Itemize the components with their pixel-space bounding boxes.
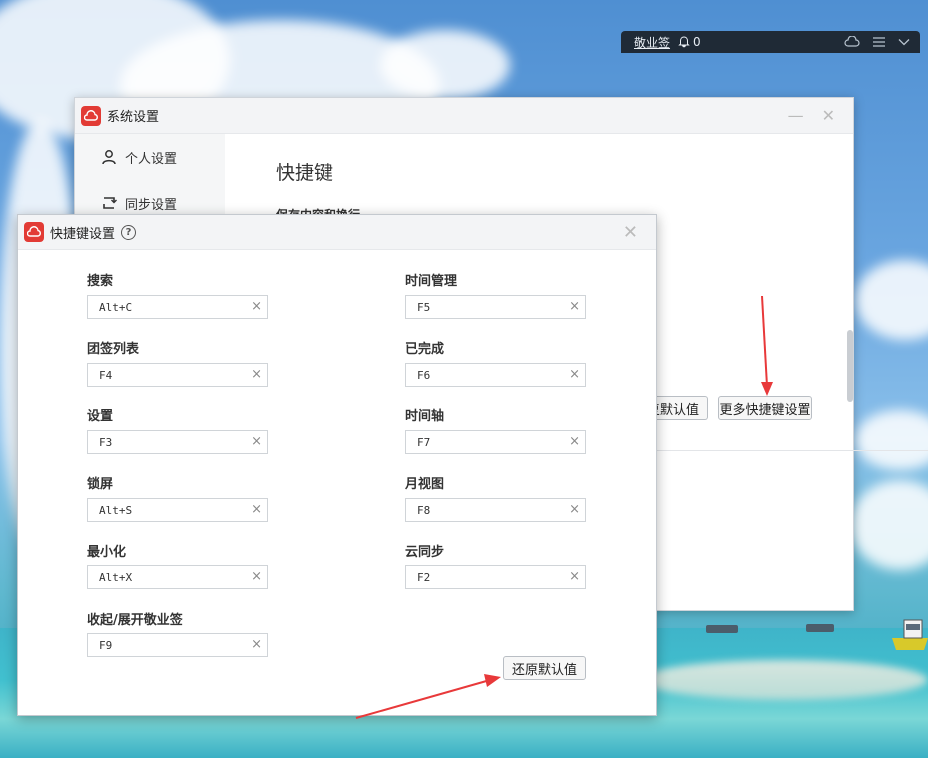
widget-controls	[844, 36, 910, 48]
bell-icon	[678, 36, 690, 48]
app-logo-icon	[24, 222, 44, 242]
app-logo-icon	[81, 105, 101, 126]
shortcut-input-minimize[interactable]: Alt+X ×	[87, 565, 268, 589]
scrollbar[interactable]	[847, 330, 853, 402]
more-shortcuts-button[interactable]: 更多快捷键设置	[718, 396, 812, 420]
shortcut-label-month-view: 月视图	[405, 477, 445, 492]
shortcut-label-cloud-sync: 云同步	[405, 545, 445, 560]
clear-icon[interactable]: ×	[251, 299, 262, 314]
system-settings-titlebar[interactable]: 系统设置 — ✕	[75, 98, 853, 134]
cloud-icon[interactable]	[844, 36, 860, 48]
shortcut-label-search: 搜索	[87, 274, 114, 289]
shortcut-input-cloud-sync[interactable]: F2 ×	[405, 565, 586, 589]
clear-icon[interactable]: ×	[569, 299, 580, 314]
clear-icon[interactable]: ×	[569, 434, 580, 449]
cloud	[850, 480, 928, 570]
shortcut-input-month-view[interactable]: F8 ×	[405, 498, 586, 522]
widget-app-name[interactable]: 敬业签	[634, 34, 670, 51]
shortcut-input-settings[interactable]: F3 ×	[87, 430, 268, 454]
beach	[640, 660, 928, 700]
shortcut-input-timeline[interactable]: F7 ×	[405, 430, 586, 454]
shortcut-label-lock-screen: 锁屏	[87, 477, 114, 492]
shortcut-input-toggle-app[interactable]: F9 ×	[87, 633, 268, 657]
page-title: 快捷键	[276, 162, 334, 184]
notification-indicator[interactable]: 0	[678, 35, 701, 49]
shortcut-input-lock-screen[interactable]: Alt+S ×	[87, 498, 268, 522]
boat	[892, 619, 928, 650]
cloud	[855, 410, 928, 470]
shortcut-input-search[interactable]: Alt+C ×	[87, 295, 268, 319]
clear-icon[interactable]: ×	[569, 502, 580, 517]
sticky-widget-bar[interactable]: 敬业签 0	[621, 31, 920, 53]
shortcut-input-team-list[interactable]: F4 ×	[87, 363, 268, 387]
restore-default-button-partial[interactable]: 复默认值	[648, 396, 708, 420]
ship	[706, 625, 738, 633]
shortcut-label-team-list: 团签列表	[87, 342, 140, 357]
clear-icon[interactable]: ×	[569, 367, 580, 382]
minimize-icon[interactable]: —	[788, 106, 804, 125]
clear-icon[interactable]: ×	[251, 637, 262, 652]
sidebar-item-personal[interactable]: 个人设置	[75, 134, 225, 180]
user-icon	[102, 150, 116, 165]
sidebar-item-label: 个人设置	[125, 151, 178, 167]
cloud	[855, 260, 928, 340]
help-icon[interactable]: ?	[121, 224, 137, 240]
shortcut-label-completed: 已完成	[405, 342, 445, 357]
ship	[806, 624, 834, 632]
restore-default-button[interactable]: 还原默认值	[503, 656, 586, 680]
close-icon[interactable]: ✕	[623, 222, 638, 243]
shortcut-label-settings: 设置	[87, 409, 114, 424]
shortcut-input-completed[interactable]: F6 ×	[405, 363, 586, 387]
clear-icon[interactable]: ×	[251, 367, 262, 382]
sync-icon	[103, 197, 117, 209]
cloud	[380, 30, 510, 100]
divider	[655, 450, 928, 451]
close-icon[interactable]: ✕	[822, 106, 835, 125]
system-settings-title: 系统设置	[107, 110, 160, 125]
clear-icon[interactable]: ×	[251, 434, 262, 449]
shortcut-label-minimize: 最小化	[87, 545, 127, 560]
shortcut-label-toggle-app: 收起/展开敬业签	[87, 613, 183, 628]
clear-icon[interactable]: ×	[251, 569, 262, 584]
menu-icon[interactable]	[872, 36, 886, 48]
shortcut-label-time-management: 时间管理	[405, 274, 458, 289]
shortcut-label-timeline: 时间轴	[405, 409, 445, 424]
shortcut-settings-dialog: 快捷键设置 ? ✕ 搜索 Alt+C × 团签列表 F4 × 设置 F3 × 锁…	[17, 214, 657, 716]
sidebar-item-label: 同步设置	[125, 197, 178, 213]
clear-icon[interactable]: ×	[569, 569, 580, 584]
notification-count: 0	[693, 35, 701, 49]
chevron-down-icon[interactable]	[898, 36, 910, 48]
clear-icon[interactable]: ×	[251, 502, 262, 517]
shortcut-input-time-management[interactable]: F5 ×	[405, 295, 586, 319]
window-controls: — ✕	[788, 106, 853, 125]
shortcut-dialog-titlebar[interactable]: 快捷键设置 ? ✕	[18, 215, 656, 250]
shortcut-dialog-title: 快捷键设置	[50, 226, 116, 242]
